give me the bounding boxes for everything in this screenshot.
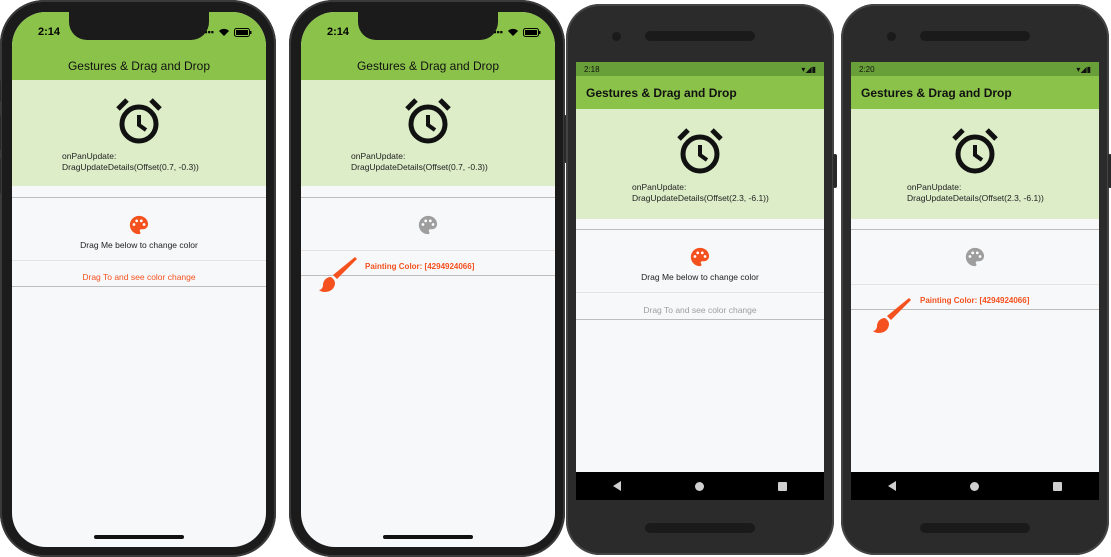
alarm-icon	[677, 128, 723, 174]
alarm-icon	[952, 128, 998, 174]
bottom-speaker	[645, 523, 755, 533]
alarm-icon	[116, 98, 162, 144]
screen: 2:14 ▪▪▪ Gestures & Drag and Drop onPanU…	[12, 12, 266, 547]
row-separator	[301, 250, 555, 251]
pan-area[interactable]: onPanUpdate: DragUpdateDetails(Offset(2.…	[576, 109, 824, 219]
pan-details: DragUpdateDetails(Offset(2.3, -6.1))	[907, 193, 1044, 203]
pan-details: DragUpdateDetails(Offset(2.3, -6.1))	[632, 193, 769, 203]
notch	[69, 12, 209, 40]
app-bar: Gestures & Drag and Drop	[12, 52, 266, 80]
front-camera	[887, 32, 896, 41]
home-indicator[interactable]	[94, 535, 184, 539]
status-icons: ▾◢▮	[1076, 64, 1091, 74]
pan-update-text: onPanUpdate: DragUpdateDetails(Offset(2.…	[907, 182, 1044, 204]
recent-apps-icon[interactable]	[778, 481, 787, 491]
wifi-icon	[508, 28, 518, 36]
silent-switch	[0, 80, 1, 102]
drag-label: Drag Me below to change color	[80, 240, 198, 250]
front-camera	[612, 32, 621, 41]
power-button	[833, 154, 837, 188]
app-bar: Gestures & Drag and Drop	[851, 76, 1099, 109]
navigation-bar	[576, 472, 824, 500]
painting-color-label: Painting Color: [4294924066]	[365, 262, 475, 271]
palette-icon[interactable]	[128, 214, 150, 236]
earpiece-speaker	[645, 31, 755, 41]
home-indicator[interactable]	[383, 535, 473, 539]
pan-details: DragUpdateDetails(Offset(0.7, -0.3))	[62, 162, 199, 172]
status-icons: ▪▪▪	[493, 27, 541, 37]
pan-update-text: onPanUpdate: DragUpdateDetails(Offset(0.…	[62, 151, 199, 173]
notch	[358, 12, 498, 40]
divider	[12, 197, 266, 198]
status-time: 2:14	[38, 26, 61, 38]
divider	[301, 197, 555, 198]
screen: 2:20 ▾◢▮ Gestures & Drag and Drop onPanU…	[851, 62, 1099, 500]
android-frame-1: 2:18 ▾◢▮ Gestures & Drag and Drop onPanU…	[566, 4, 837, 555]
status-time: 2:18	[584, 64, 600, 74]
divider	[576, 229, 824, 230]
drag-label: Drag Me below to change color	[641, 272, 759, 282]
drop-target-divider	[576, 319, 824, 320]
row-separator	[576, 292, 824, 293]
pan-label: onPanUpdate:	[632, 182, 687, 192]
row-separator	[12, 260, 266, 261]
divider	[851, 229, 1099, 230]
painting-color-label: Painting Color: [4294924066]	[920, 296, 1030, 305]
status-time: 2:14	[327, 26, 350, 38]
volume-up-button	[0, 115, 1, 151]
status-icons: ▪▪▪	[204, 27, 252, 37]
pan-update-text: onPanUpdate: DragUpdateDetails(Offset(0.…	[351, 151, 488, 173]
pan-label: onPanUpdate:	[351, 151, 406, 161]
back-icon[interactable]	[888, 481, 896, 491]
brush-icon[interactable]	[871, 295, 913, 335]
earpiece-speaker	[920, 31, 1030, 41]
screen: 2:14 ▪▪▪ Gestures & Drag and Drop onPanU…	[301, 12, 555, 547]
app-title: Gestures & Drag and Drop	[356, 59, 500, 73]
drop-target-label[interactable]: Drag To and see color change	[12, 272, 266, 282]
pan-area[interactable]: onPanUpdate: DragUpdateDetails(Offset(0.…	[301, 80, 555, 186]
battery-icon	[234, 27, 252, 37]
recent-apps-icon[interactable]	[1053, 481, 1062, 491]
app-title: Gestures & Drag and Drop	[67, 59, 211, 73]
wifi-icon	[219, 28, 229, 36]
brush-icon[interactable]	[317, 254, 359, 294]
drop-target-label[interactable]: Drag To and see color change	[576, 305, 824, 315]
pan-area[interactable]: onPanUpdate: DragUpdateDetails(Offset(2.…	[851, 109, 1099, 219]
palette-icon[interactable]	[689, 246, 711, 268]
row-separator	[851, 284, 1099, 285]
drop-target-divider	[12, 286, 266, 287]
bottom-speaker	[920, 523, 1030, 533]
palette-icon[interactable]	[417, 214, 439, 236]
alarm-icon	[405, 98, 451, 144]
navigation-bar	[851, 472, 1099, 500]
app-bar: Gestures & Drag and Drop	[576, 76, 824, 109]
home-icon[interactable]	[970, 481, 979, 491]
home-icon[interactable]	[695, 481, 704, 491]
pan-label: onPanUpdate:	[62, 151, 117, 161]
status-time: 2:20	[859, 64, 875, 74]
app-title: Gestures & Drag and Drop	[586, 85, 737, 100]
pan-details: DragUpdateDetails(Offset(0.7, -0.3))	[351, 162, 488, 172]
battery-icon	[523, 27, 541, 37]
pan-update-text: onPanUpdate: DragUpdateDetails(Offset(2.…	[632, 182, 769, 204]
iphone-frame-1: 2:14 ▪▪▪ Gestures & Drag and Drop onPanU…	[0, 0, 276, 557]
screen: 2:18 ▾◢▮ Gestures & Drag and Drop onPanU…	[576, 62, 824, 500]
pan-label: onPanUpdate:	[907, 182, 962, 192]
pan-area[interactable]: onPanUpdate: DragUpdateDetails(Offset(0.…	[12, 80, 266, 186]
palette-icon[interactable]	[964, 246, 986, 268]
status-icons: ▾◢▮	[801, 64, 816, 74]
back-icon[interactable]	[613, 481, 621, 491]
android-frame-2: 2:20 ▾◢▮ Gestures & Drag and Drop onPanU…	[841, 4, 1111, 555]
status-bar: 2:18 ▾◢▮	[576, 62, 824, 76]
app-bar: Gestures & Drag and Drop	[301, 52, 555, 80]
iphone-frame-2: 2:14 ▪▪▪ Gestures & Drag and Drop onPanU…	[289, 0, 568, 557]
status-bar: 2:20 ▾◢▮	[851, 62, 1099, 76]
volume-down-button	[0, 158, 1, 194]
app-title: Gestures & Drag and Drop	[861, 85, 1012, 100]
